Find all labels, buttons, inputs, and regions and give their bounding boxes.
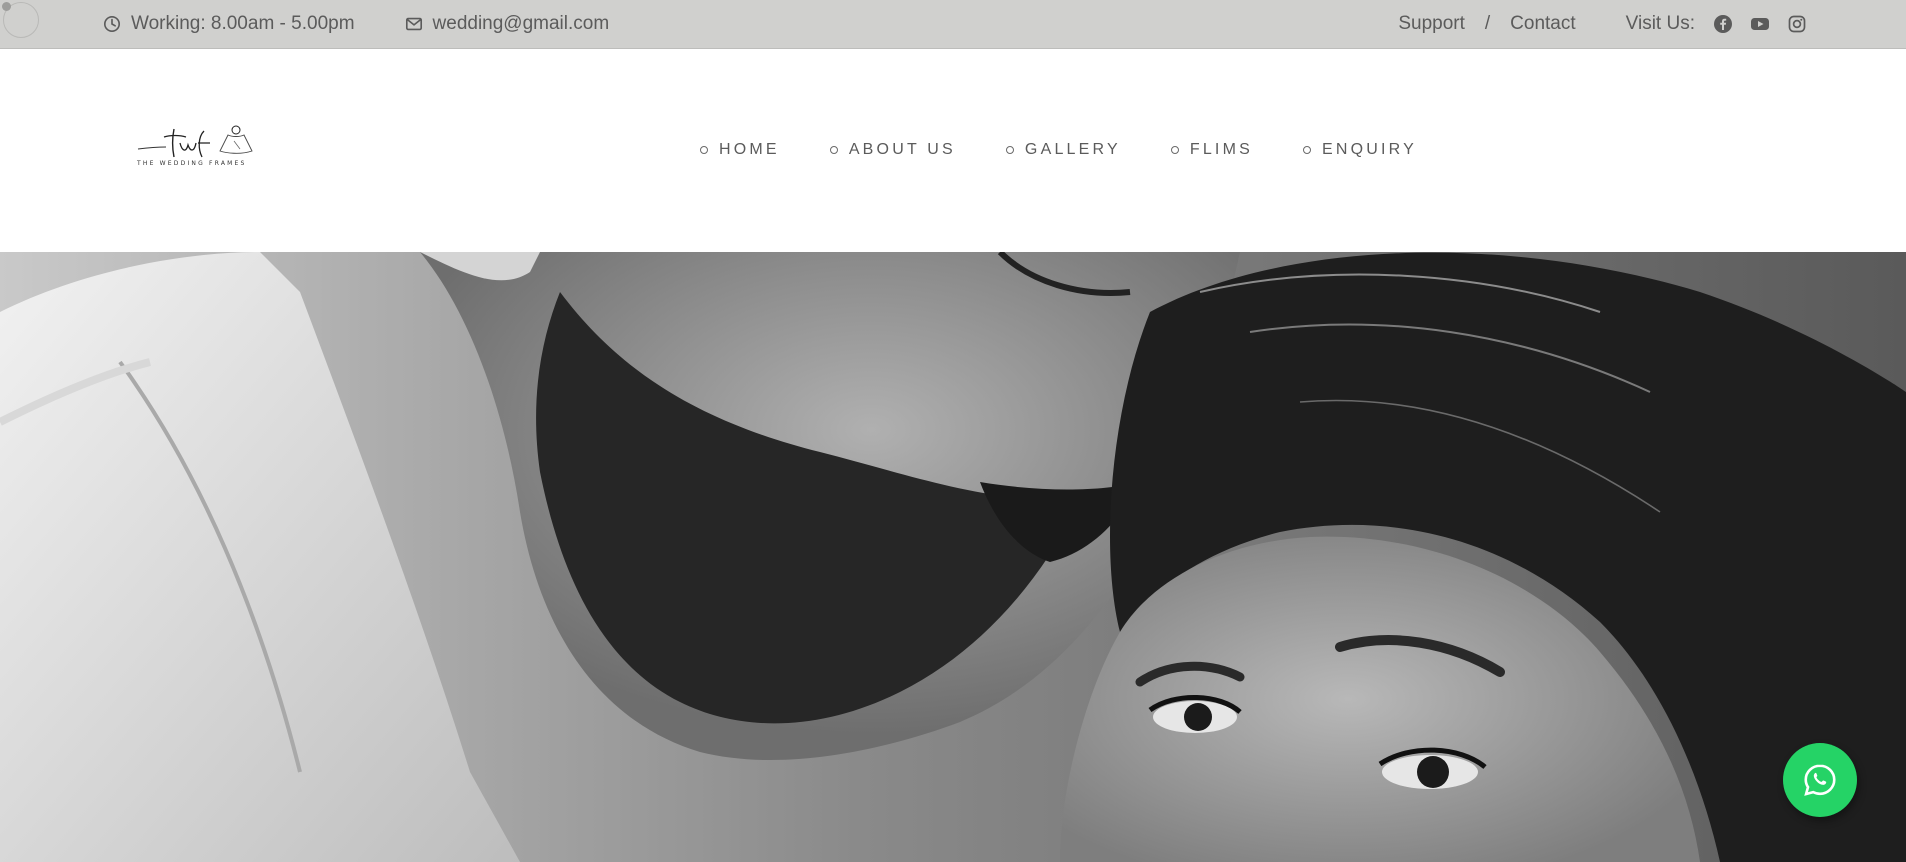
link-separator: / [1484,13,1491,34]
site-logo[interactable]: THE WEDDING FRAMES [136,121,266,169]
clock-icon [103,15,121,33]
nav-bullet [1005,146,1014,154]
nav-bullet [700,146,708,154]
nav-label: ENQUIRY [1321,141,1417,158]
support-link[interactable]: Support [1398,13,1465,35]
whatsapp-icon [1804,764,1836,796]
nav-label: GALLERY [1024,141,1121,158]
nav-item-home[interactable]: HOME [700,141,780,159]
hero-photo [0,252,1906,862]
nav-item-about-us[interactable]: ABOUT US [829,141,956,159]
nav-item-gallery[interactable]: GALLERY [1005,141,1121,159]
facebook-icon[interactable] [1713,14,1733,34]
main-navigation: HOME ABOUT US GALLERY FLIMS ENQUIRY [700,141,1417,159]
top-bar: Working: 8.00am - 5.00pm wedding@gmail.c… [0,0,1906,49]
hero-image [0,252,1906,862]
nav-bullet [1170,146,1179,154]
logo-caption: THE WEDDING FRAMES [136,160,247,167]
site-header: THE WEDDING FRAMES HOME ABOUT US GALLERY… [0,49,1906,252]
top-bar-contact-info: Working: 8.00am - 5.00pm wedding@gmail.c… [103,13,609,35]
nav-bullet [829,146,838,154]
envelope-icon [405,15,423,33]
youtube-icon[interactable] [1750,14,1770,34]
whatsapp-button[interactable] [1783,743,1857,817]
nav-item-enquiry[interactable]: ENQUIRY [1302,141,1417,159]
instagram-icon[interactable] [1787,14,1807,34]
loader-dot [2,2,11,11]
email-link[interactable]: wedding@gmail.com [433,13,610,35]
contact-link[interactable]: Contact [1510,13,1575,35]
nav-bullet [1302,146,1311,154]
email-contact[interactable]: wedding@gmail.com [405,13,610,35]
social-links [1713,14,1807,34]
visit-us-label: Visit Us: [1625,13,1695,34]
nav-label: ABOUT US [848,141,956,158]
nav-label: FLIMS [1189,141,1253,158]
working-hours-text: Working: 8.00am - 5.00pm [131,13,355,34]
working-hours: Working: 8.00am - 5.00pm [103,13,355,35]
nav-item-flims[interactable]: FLIMS [1170,141,1253,159]
nav-label: HOME [719,141,780,158]
top-bar-links: Support / Contact Visit Us: [1398,13,1807,35]
